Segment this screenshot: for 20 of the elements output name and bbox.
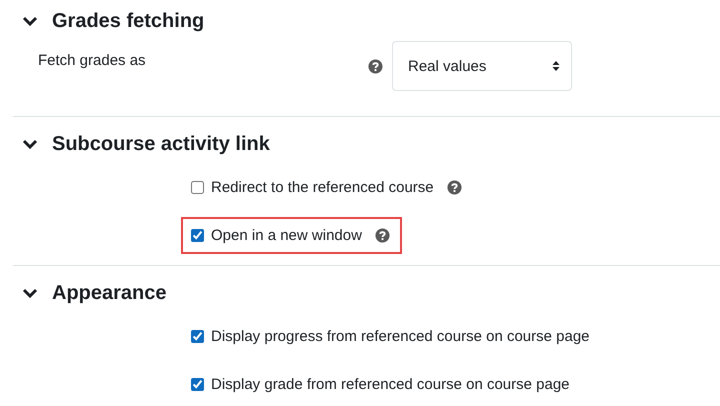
chevron-icon[interactable] <box>22 15 38 27</box>
checkbox[interactable] <box>191 378 204 390</box>
section-title: Appearance <box>52 282 166 304</box>
help-icon[interactable] <box>374 228 390 242</box>
checkbox[interactable] <box>191 180 204 194</box>
checkbox[interactable] <box>191 330 204 342</box>
help-icon[interactable] <box>368 58 383 74</box>
checkbox-label: Display progress from referenced course on course page <box>211 328 590 344</box>
help-icon[interactable] <box>446 180 462 194</box>
chevron-icon[interactable] <box>22 138 38 150</box>
checkbox-label: Open in a new window <box>211 226 362 244</box>
checkbox[interactable] <box>191 228 204 242</box>
section-title: Subcourse activity link <box>52 132 270 156</box>
field-label: Fetch grades as <box>38 51 147 69</box>
sort-caret-icon <box>552 60 560 72</box>
checkbox-label: Display grade from referenced course on course page <box>211 376 570 392</box>
chevron-icon[interactable] <box>22 287 38 299</box>
checkbox-label: Redirect to the referenced course <box>211 178 434 196</box>
section-title: Grades fetching <box>52 10 204 32</box>
select-field[interactable]: Real values <box>392 41 572 91</box>
